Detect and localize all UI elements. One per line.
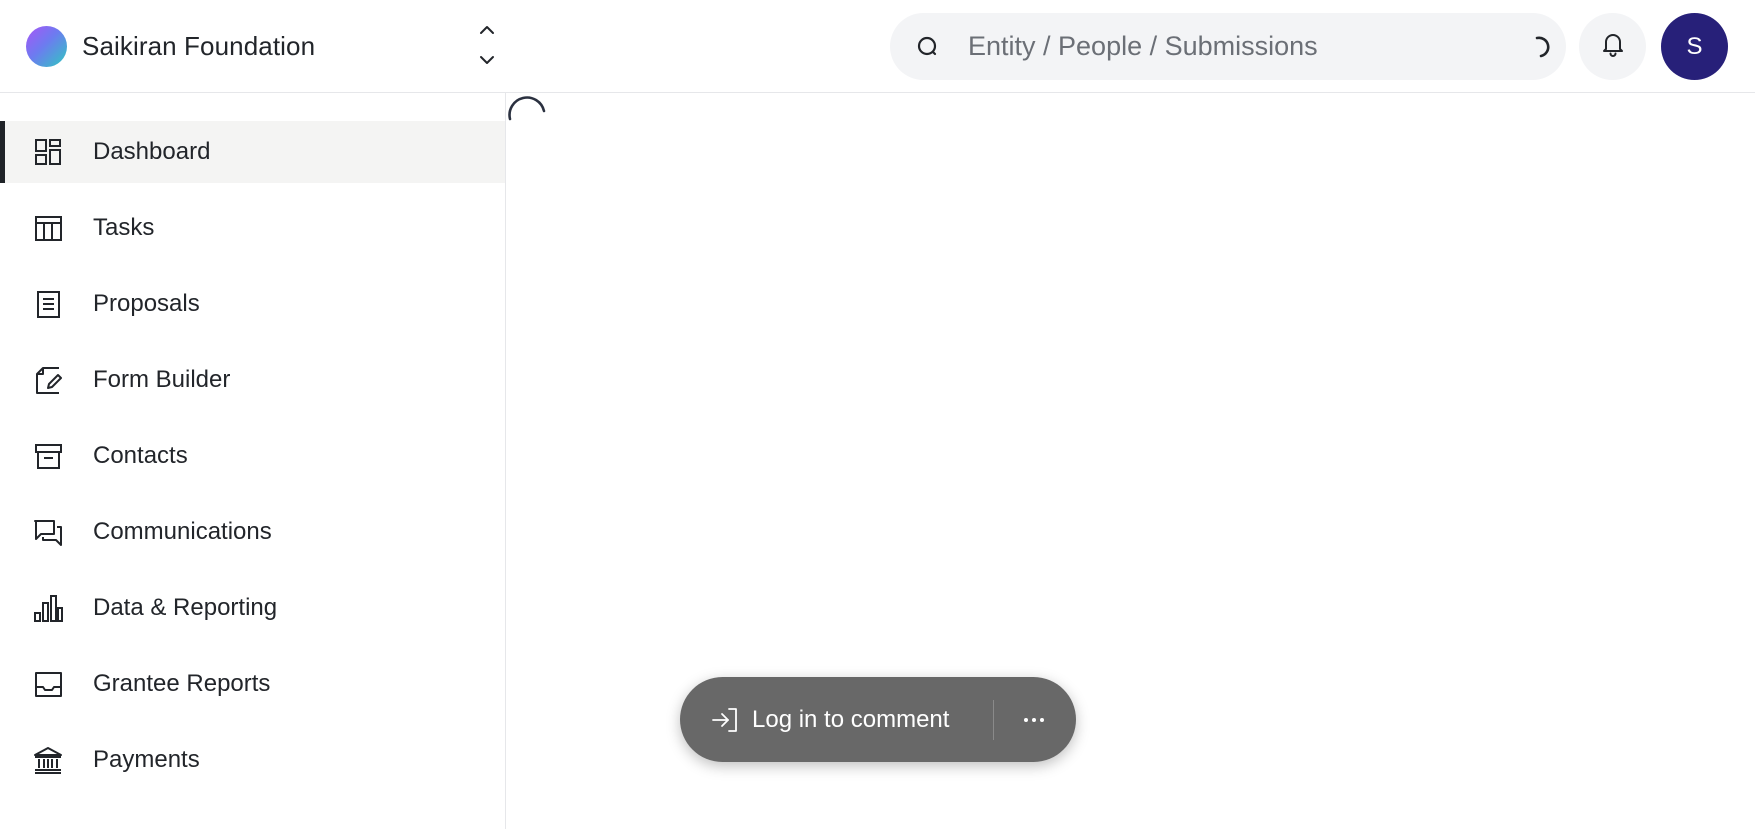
sidebar-item-label: Proposals [93, 290, 200, 317]
document-icon [32, 288, 64, 320]
sidebar-item-payments[interactable]: Payments [0, 729, 505, 791]
avatar-initial: S [1686, 32, 1703, 60]
chat-icon [32, 516, 64, 548]
top-header: Saikiran Foundation S [0, 0, 1755, 93]
sidebar-item-label: Communications [93, 518, 272, 545]
dashboard-icon [32, 136, 64, 168]
table-icon [32, 212, 64, 244]
loading-spinner-icon [506, 93, 548, 135]
archive-icon [32, 440, 64, 472]
bar-chart-icon [32, 592, 64, 624]
login-to-comment-button[interactable]: Log in to comment [710, 677, 949, 762]
search-input[interactable] [968, 13, 1468, 80]
login-label: Log in to comment [752, 705, 950, 733]
org-name: Saikiran Foundation [82, 31, 316, 61]
notifications-button[interactable] [1579, 13, 1646, 80]
divider [993, 700, 994, 740]
more-horizontal-icon [1022, 711, 1046, 729]
sidebar-item-contacts[interactable]: Contacts [0, 425, 505, 487]
sidebar: Dashboard Tasks Proposals Form Builder C… [0, 93, 506, 829]
sidebar-item-dashboard[interactable]: Dashboard [0, 121, 505, 183]
sidebar-item-form-builder[interactable]: Form Builder [0, 349, 505, 411]
search-icon [914, 33, 942, 61]
user-avatar[interactable]: S [1661, 13, 1728, 80]
more-options-button[interactable] [1012, 699, 1056, 741]
chevron-up-down-icon[interactable] [474, 22, 500, 70]
org-identity: Saikiran Foundation [26, 26, 315, 67]
sidebar-nav: Dashboard Tasks Proposals Form Builder C… [0, 121, 505, 805]
edit-page-icon [32, 364, 64, 396]
bell-icon [1600, 31, 1626, 62]
sidebar-item-proposals[interactable]: Proposals [0, 273, 505, 335]
sidebar-item-label: Contacts [93, 442, 188, 469]
sidebar-item-data-reporting[interactable]: Data & Reporting [0, 577, 505, 639]
org-logo [26, 26, 67, 67]
sign-in-icon [710, 705, 740, 735]
loading-spinner-icon [1525, 33, 1553, 61]
sidebar-item-label: Form Builder [93, 366, 231, 393]
sidebar-item-communications[interactable]: Communications [0, 501, 505, 563]
bank-icon [32, 744, 64, 776]
sidebar-item-label: Dashboard [93, 138, 211, 165]
global-search [890, 13, 1566, 80]
sidebar-item-label: Payments [93, 746, 200, 773]
sidebar-item-label: Tasks [93, 214, 155, 241]
comment-toolbar: Log in to comment [680, 677, 1076, 762]
inbox-icon [32, 668, 64, 700]
sidebar-item-grantee-reports[interactable]: Grantee Reports [0, 653, 505, 715]
sidebar-item-tasks[interactable]: Tasks [0, 197, 505, 259]
sidebar-item-label: Data & Reporting [93, 594, 278, 621]
sidebar-item-label: Grantee Reports [93, 670, 271, 697]
